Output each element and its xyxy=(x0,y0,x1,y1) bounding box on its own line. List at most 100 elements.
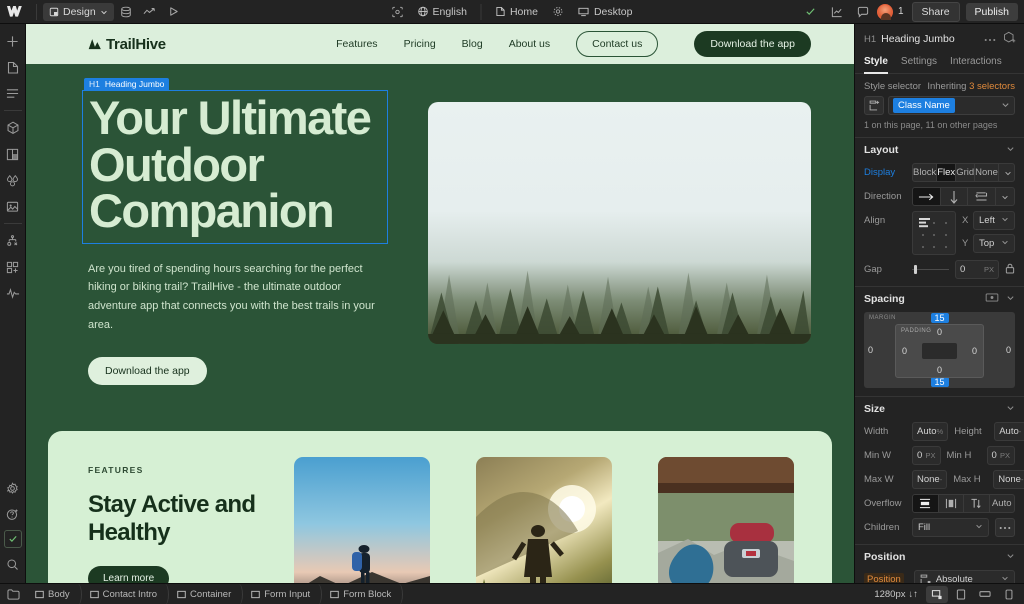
feature-image-2[interactable] xyxy=(476,457,612,583)
assets-icon[interactable] xyxy=(0,141,26,167)
publish-button[interactable]: Publish xyxy=(965,2,1018,21)
align-y-select[interactable]: Top xyxy=(973,234,1015,253)
position-select[interactable]: Absolute xyxy=(913,570,1015,583)
chevron-down-icon[interactable] xyxy=(1006,551,1015,563)
display-option-block[interactable]: Block xyxy=(913,164,938,181)
nav-link-pricing[interactable]: Pricing xyxy=(404,38,436,50)
padding-box[interactable]: 0 0 0 0 xyxy=(895,324,984,378)
canvas-width-indicator[interactable]: 1280px ↓↑ xyxy=(874,589,918,600)
preview-icon[interactable] xyxy=(162,0,186,24)
features-section[interactable]: FEATURES Stay Active and Healthy Learn m… xyxy=(48,431,832,583)
min-height-input[interactable]: 0 PX xyxy=(986,446,1015,465)
nav-link-features[interactable]: Features xyxy=(336,38,377,50)
comment-icon[interactable] xyxy=(851,0,875,24)
margin-top-value[interactable]: 15 xyxy=(930,313,949,323)
cms-collections-icon[interactable] xyxy=(0,193,26,219)
selected-element-outline[interactable]: Your Ultimate Outdoor Companion xyxy=(82,90,388,244)
margin-left-value[interactable]: 0 xyxy=(868,345,873,355)
cms-icon[interactable] xyxy=(114,0,138,24)
gap-slider-knob[interactable] xyxy=(914,265,917,274)
create-component-icon[interactable] xyxy=(1003,31,1016,47)
chevron-down-icon[interactable] xyxy=(1006,144,1015,156)
lock-icon[interactable] xyxy=(1005,263,1015,277)
breadcrumb-item-container[interactable]: Container xyxy=(168,583,244,604)
padding-bottom-value[interactable]: 0 xyxy=(937,365,942,375)
feature-image-3[interactable] xyxy=(658,457,794,583)
display-option-flex[interactable]: Flex xyxy=(937,164,957,181)
direction-wrap-icon[interactable] xyxy=(968,188,997,205)
width-input[interactable]: Auto % xyxy=(912,422,949,441)
padding-left-value[interactable]: 0 xyxy=(902,346,907,356)
padding-right-value[interactable]: 0 xyxy=(972,346,977,356)
interactions-icon[interactable] xyxy=(0,280,26,306)
design-canvas[interactable]: TrailHive Features Pricing Blog About us… xyxy=(26,24,854,583)
trend-icon[interactable] xyxy=(825,0,849,24)
breadcrumb-item-form-input[interactable]: Form Input xyxy=(242,583,323,604)
settings-gear-icon[interactable] xyxy=(0,475,26,501)
margin-box[interactable]: 15 15 0 0 0 0 0 0 xyxy=(864,312,1015,388)
add-element-icon[interactable] xyxy=(0,28,26,54)
gap-slider[interactable] xyxy=(912,260,949,279)
margin-right-value[interactable]: 0 xyxy=(1006,345,1011,355)
gap-input[interactable]: 0 PX xyxy=(955,260,999,279)
hero-heading[interactable]: Your Ultimate Outdoor Companion xyxy=(89,94,381,235)
chevron-down-icon[interactable] xyxy=(1001,100,1010,112)
position-section-header[interactable]: Position xyxy=(855,544,1024,568)
download-app-nav-button[interactable]: Download the app xyxy=(694,31,811,57)
audit-check-icon[interactable] xyxy=(3,530,22,548)
overflow-hidden-icon[interactable] xyxy=(939,495,964,512)
style-panel[interactable]: H1 Heading Jumbo Style Settings Interact… xyxy=(854,24,1024,583)
overflow-auto-option[interactable]: Auto xyxy=(990,495,1015,512)
breadcrumb-item-form-block[interactable]: Form Block xyxy=(321,583,404,604)
direction-column-icon[interactable] xyxy=(941,188,969,205)
feature-image-1[interactable] xyxy=(294,457,430,583)
class-indicator-icon[interactable] xyxy=(864,96,884,115)
size-section-header[interactable]: Size xyxy=(855,396,1024,420)
avatar[interactable] xyxy=(876,3,893,20)
overflow-scroll-icon[interactable] xyxy=(964,495,990,512)
tag-icon[interactable] xyxy=(0,584,26,604)
margin-bottom-value[interactable]: 15 xyxy=(930,377,949,387)
logic-icon[interactable] xyxy=(0,228,26,254)
hero-image[interactable] xyxy=(428,102,811,344)
breadcrumb-item-contact-intro[interactable]: Contact Intro xyxy=(81,583,170,604)
children-select[interactable]: Fill xyxy=(912,518,989,537)
viewport-mobile-portrait[interactable] xyxy=(998,586,1020,603)
align-grid-picker[interactable] xyxy=(912,211,956,255)
components-icon[interactable] xyxy=(0,115,26,141)
site-navbar[interactable]: TrailHive Features Pricing Blog About us… xyxy=(26,24,854,64)
class-name-input[interactable]: Class Name xyxy=(888,96,1015,115)
viewport-desktop[interactable] xyxy=(926,585,948,603)
display-more-chevron-down-icon[interactable] xyxy=(999,164,1014,181)
target-icon[interactable] xyxy=(386,0,410,24)
page-selector[interactable]: Home xyxy=(490,2,544,22)
nav-link-blog[interactable]: Blog xyxy=(462,38,483,50)
chevron-down-icon[interactable] xyxy=(975,522,983,533)
page-settings-gear-icon[interactable] xyxy=(546,0,570,24)
breadcrumb-item-body[interactable]: Body xyxy=(26,583,82,604)
share-button[interactable]: Share xyxy=(911,1,960,22)
viewport-tablet[interactable] xyxy=(950,586,972,603)
spacing-view-icon[interactable] xyxy=(985,293,999,305)
contact-us-button[interactable]: Contact us xyxy=(576,31,659,57)
height-input[interactable]: Auto - xyxy=(994,422,1024,441)
design-mode-button[interactable]: Design xyxy=(43,2,114,21)
spacing-box-model[interactable]: 15 15 0 0 0 0 0 0 xyxy=(855,310,1024,396)
class-name-pill[interactable]: Class Name xyxy=(893,98,955,113)
learn-more-button[interactable]: Learn more xyxy=(88,565,170,583)
webflow-logo[interactable] xyxy=(0,0,30,24)
tab-interactions[interactable]: Interactions xyxy=(950,53,1002,73)
chevron-down-icon[interactable] xyxy=(1001,215,1009,226)
hero-section[interactable]: H1 Heading Jumbo Your Ultimate Outdoor C… xyxy=(26,64,854,418)
breakpoint-selector[interactable]: Desktop xyxy=(572,2,639,22)
display-option-grid[interactable]: Grid xyxy=(956,164,976,181)
spacing-section-header[interactable]: Spacing xyxy=(855,286,1024,310)
tab-settings[interactable]: Settings xyxy=(901,53,937,73)
direction-more-chevron-down-icon[interactable] xyxy=(996,188,1014,205)
viewport-mobile-landscape[interactable] xyxy=(974,586,996,603)
overflow-visible-icon[interactable] xyxy=(913,495,939,512)
chevron-down-icon[interactable] xyxy=(1001,574,1009,583)
max-height-input[interactable]: None - xyxy=(993,470,1024,489)
direction-row-icon[interactable] xyxy=(913,188,941,205)
padding-top-value[interactable]: 0 xyxy=(937,327,942,337)
